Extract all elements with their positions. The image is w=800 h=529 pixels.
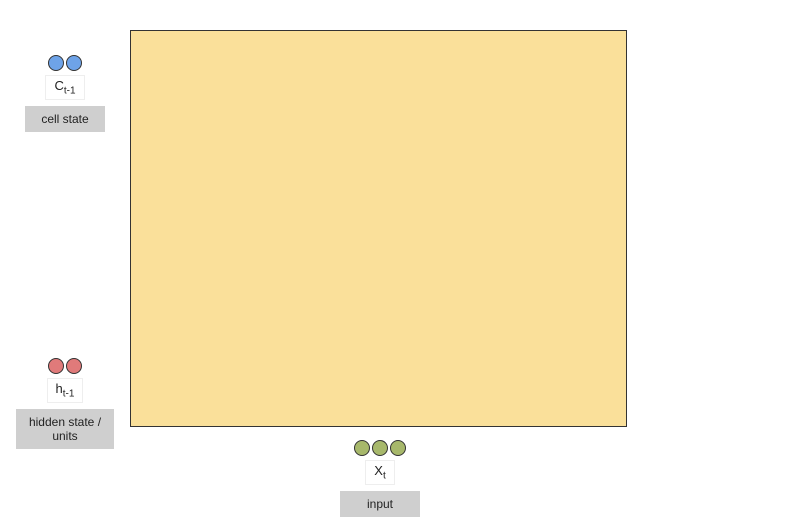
vector-circle-icon bbox=[390, 440, 406, 456]
vector-circle-icon bbox=[48, 55, 64, 71]
symbol-sub: t bbox=[383, 471, 386, 482]
lstm-cell-box bbox=[130, 30, 627, 427]
vector-circle-icon bbox=[66, 358, 82, 374]
vector-circle-icon bbox=[372, 440, 388, 456]
cell-state-node: Ct-1 cell state bbox=[20, 55, 110, 132]
hidden-state-node: ht-1 hidden state / units bbox=[16, 358, 114, 449]
input-symbol: Xt bbox=[365, 460, 394, 485]
hidden-state-circles bbox=[16, 358, 114, 374]
symbol-main: C bbox=[54, 78, 63, 93]
vector-circle-icon bbox=[48, 358, 64, 374]
hidden-state-symbol: ht-1 bbox=[47, 378, 84, 403]
symbol-sub: t-1 bbox=[63, 389, 75, 400]
symbol-main: X bbox=[374, 463, 383, 478]
input-label: input bbox=[340, 491, 420, 517]
hidden-state-label: hidden state / units bbox=[16, 409, 114, 450]
vector-circle-icon bbox=[66, 55, 82, 71]
cell-state-circles bbox=[20, 55, 110, 71]
input-node: Xt input bbox=[330, 440, 430, 517]
symbol-sub: t-1 bbox=[64, 86, 76, 97]
vector-circle-icon bbox=[354, 440, 370, 456]
input-circles bbox=[330, 440, 430, 456]
cell-state-symbol: Ct-1 bbox=[45, 75, 84, 100]
symbol-main: h bbox=[56, 381, 63, 396]
cell-state-label: cell state bbox=[25, 106, 105, 132]
